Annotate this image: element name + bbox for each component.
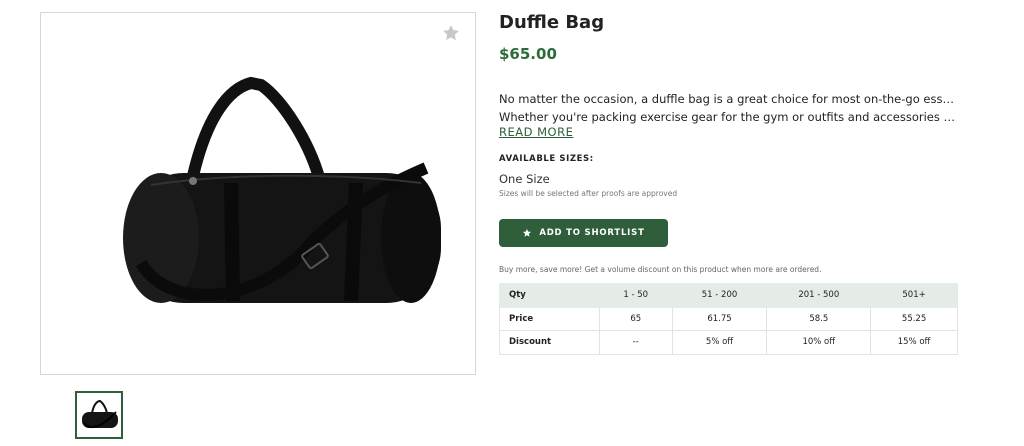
thumbnail-image[interactable]: [75, 391, 123, 439]
table-header-cell: Qty: [499, 283, 600, 308]
duffle-bag-thumbnail: [82, 399, 118, 428]
table-cell: 58.5: [766, 306, 872, 331]
table-header-cell: 51 - 200: [671, 283, 768, 308]
product-description: No matter the occasion, a duffle bag is …: [499, 90, 959, 126]
table-cell: 10% off: [766, 330, 872, 355]
table-row: Discount -- 5% off 10% off 15% off: [499, 330, 958, 355]
main-product-image: [40, 12, 476, 375]
table-cell: --: [598, 330, 673, 355]
table-cell: 61.75: [671, 306, 768, 331]
duffle-bag-image: [123, 76, 441, 303]
product-price: $65.00: [499, 45, 557, 63]
table-header-row: Qty 1 - 50 51 - 200 201 - 500 501+: [499, 283, 958, 308]
volume-discount-note: Buy more, save more! Get a volume discou…: [499, 265, 822, 274]
pricing-table: Qty 1 - 50 51 - 200 201 - 500 501+ Price…: [499, 283, 958, 355]
shortlist-label: ADD TO SHORTLIST: [539, 228, 645, 238]
table-cell: 15% off: [870, 330, 958, 355]
table-cell: 65: [598, 306, 673, 331]
star-icon[interactable]: [441, 23, 461, 43]
size-value: One Size: [499, 172, 550, 186]
add-to-shortlist-button[interactable]: ADD TO SHORTLIST: [499, 219, 668, 247]
table-cell: 5% off: [671, 330, 768, 355]
read-more-link[interactable]: READ MORE: [499, 125, 573, 139]
table-header-cell: 1 - 50: [598, 283, 673, 308]
product-title: Duffle Bag: [499, 12, 605, 33]
table-cell: 55.25: [870, 306, 958, 331]
description-line: No matter the occasion, a duffle bag is …: [499, 92, 959, 106]
star-icon: [523, 229, 532, 237]
size-note: Sizes will be selected after proofs are …: [499, 189, 678, 198]
sizes-heading: AVAILABLE SIZES:: [499, 154, 594, 164]
table-row: Price 65 61.75 58.5 55.25: [499, 306, 958, 331]
table-cell: Discount: [499, 330, 600, 355]
table-header-cell: 501+: [870, 283, 958, 308]
table-cell: Price: [499, 306, 600, 331]
table-header-cell: 201 - 500: [766, 283, 872, 308]
description-line: Whether you're packing exercise gear for…: [499, 110, 959, 124]
